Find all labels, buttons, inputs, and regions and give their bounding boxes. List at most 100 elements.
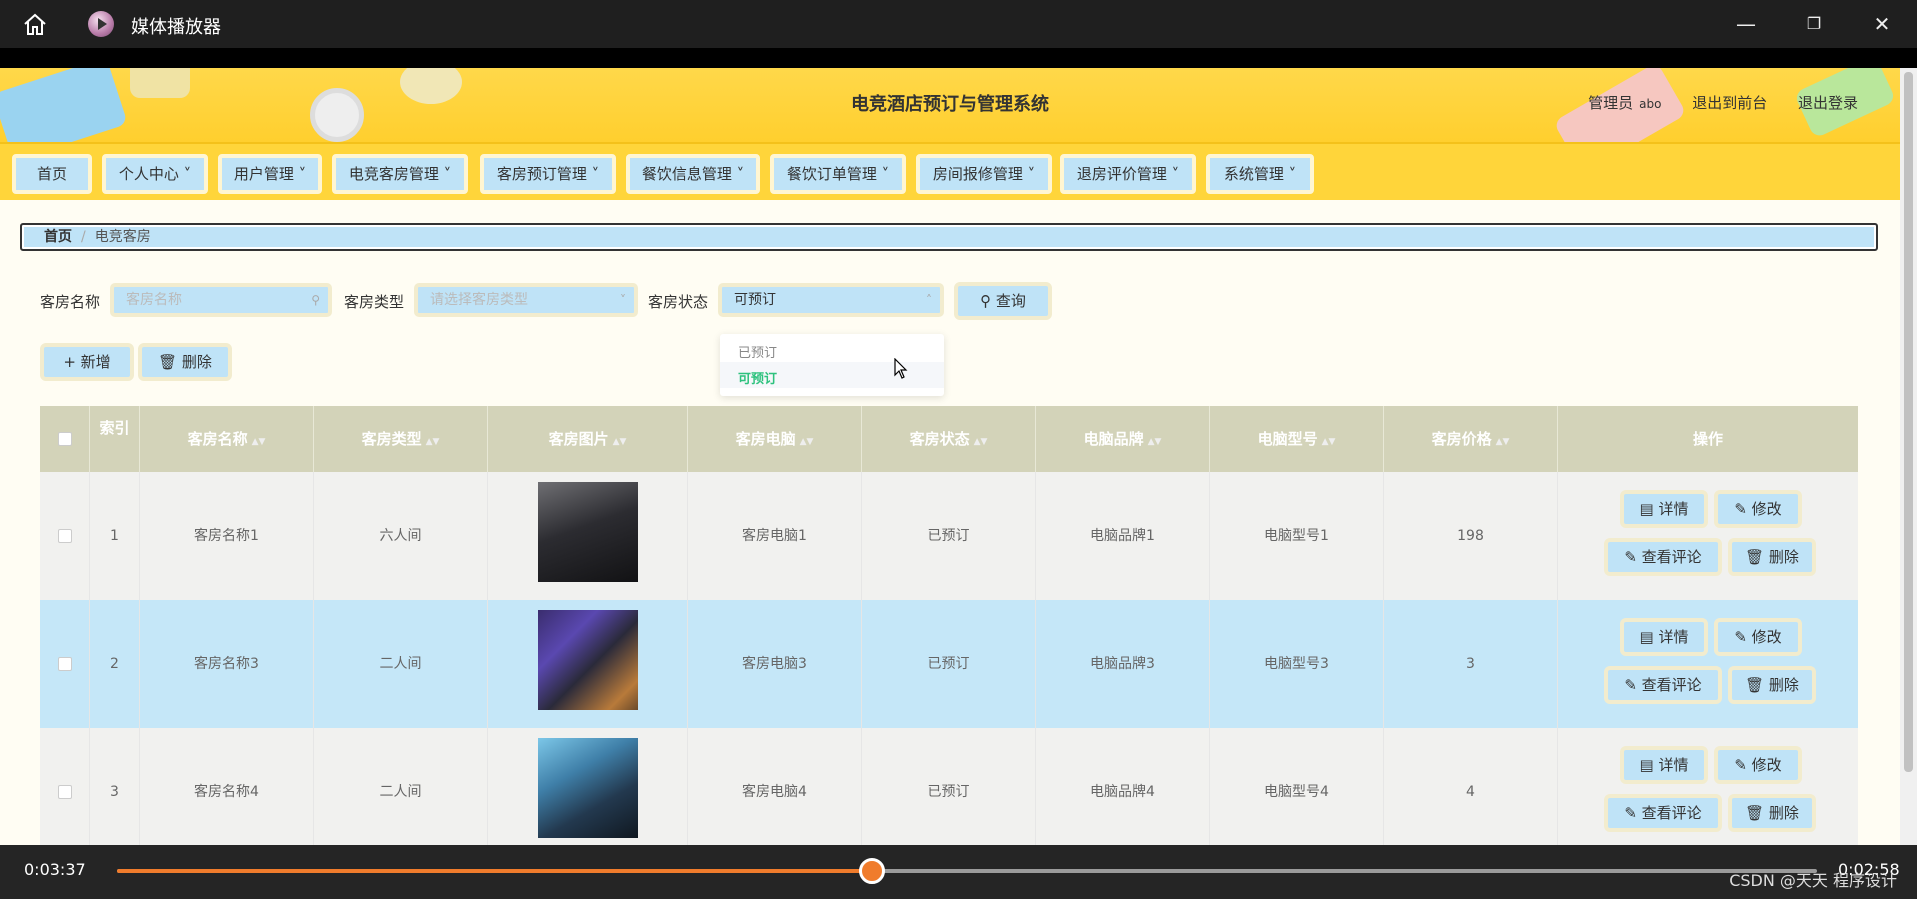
cell-room-type: 六人间 bbox=[314, 472, 488, 600]
row-checkbox[interactable] bbox=[58, 657, 72, 671]
nav-label: 餐饮信息管理 bbox=[641, 165, 732, 183]
cell-room-status: 已预订 bbox=[862, 728, 1036, 845]
detail-button[interactable]: ▤ 详情 bbox=[1620, 618, 1708, 656]
nav-label: 首页 bbox=[36, 165, 67, 183]
row-checkbox[interactable] bbox=[58, 785, 72, 799]
seek-bar[interactable] bbox=[117, 858, 1817, 884]
web-page: 电竞酒店预订与管理系统 管理员 abo 退出到前台 退出登录 首页 个人中心 ˅ … bbox=[0, 68, 1900, 845]
cell-operations: ▤ 详情 ✎ 修改 ✎ 查看评论 🗑 删除 bbox=[1558, 600, 1858, 728]
query-label: 查询 bbox=[995, 292, 1026, 310]
detail-button[interactable]: ▤ 详情 bbox=[1620, 490, 1708, 528]
media-player-icon bbox=[88, 11, 114, 37]
table-header: 索引 客房名称 ▲▼ 客房类型 ▲▼ 客房图片 ▲▼ 客房电脑 ▲▼ 客房状态 ▲▼ 电脑… bbox=[40, 406, 1858, 472]
edit-button[interactable]: ✎ 修改 bbox=[1714, 490, 1802, 528]
header-index: 索引 bbox=[90, 406, 140, 472]
nav-esports-room-management[interactable]: 电竞客房管理 ˅ bbox=[332, 154, 468, 194]
cell-room-name: 客房名称4 bbox=[140, 728, 314, 845]
seek-handle[interactable] bbox=[858, 858, 885, 884]
cell-room-pc: 客房电脑3 bbox=[688, 600, 862, 728]
nav-home[interactable]: 首页 bbox=[12, 154, 92, 194]
add-button[interactable]: + 新增 bbox=[40, 343, 134, 381]
room-status-select[interactable]: 可预订 ˄ bbox=[718, 283, 944, 317]
logout-link[interactable]: 退出登录 bbox=[1798, 94, 1858, 112]
app-title: 媒体播放器 bbox=[131, 17, 221, 38]
restore-icon[interactable]: ❐ bbox=[1800, 10, 1828, 38]
room-photo[interactable] bbox=[538, 610, 638, 710]
header-pc-model[interactable]: 电脑型号 ▲▼ bbox=[1210, 406, 1384, 472]
header-operations: 操作 bbox=[1692, 430, 1723, 448]
pencil-icon: ✎ bbox=[1734, 628, 1747, 646]
delete-button[interactable]: 🗑 删除 bbox=[1728, 794, 1816, 832]
header-label: 客房电脑 bbox=[735, 430, 796, 448]
header-pc-brand[interactable]: 电脑品牌 ▲▼ bbox=[1036, 406, 1210, 472]
edit-label: 修改 bbox=[1751, 756, 1782, 774]
search-icon: ⚲ bbox=[311, 293, 320, 307]
nav-label: 房间报修管理 bbox=[932, 165, 1023, 183]
site-header: 电竞酒店预订与管理系统 管理员 abo 退出到前台 退出登录 bbox=[0, 68, 1900, 142]
nav-room-booking-management[interactable]: 客房预订管理 ˅ bbox=[480, 154, 616, 194]
header-room-pc[interactable]: 客房电脑 ▲▼ bbox=[688, 406, 862, 472]
room-status-label: 客房状态 bbox=[648, 293, 709, 311]
status-option-booked[interactable]: 已预订 bbox=[738, 342, 777, 361]
view-reviews-button[interactable]: ✎ 查看评论 bbox=[1604, 538, 1722, 576]
page-scrollbar[interactable] bbox=[1900, 68, 1917, 845]
close-icon[interactable]: ✕ bbox=[1868, 10, 1896, 38]
reviews-label: 查看评论 bbox=[1641, 804, 1702, 822]
nav-label: 客房预订管理 bbox=[496, 165, 587, 183]
cell-pc-model: 电脑型号1 bbox=[1210, 472, 1384, 600]
nav-personal-center[interactable]: 个人中心 ˅ bbox=[102, 154, 208, 194]
nav-label: 餐饮订单管理 bbox=[786, 165, 877, 183]
cell-room-type: 二人间 bbox=[314, 728, 488, 845]
scrollbar-thumb[interactable] bbox=[1904, 72, 1913, 772]
edit-label: 修改 bbox=[1751, 628, 1782, 646]
nav-checkout-review-management[interactable]: 退房评价管理 ˅ bbox=[1060, 154, 1196, 194]
view-reviews-button[interactable]: ✎ 查看评论 bbox=[1604, 794, 1722, 832]
header-room-price[interactable]: 客房价格 ▲▼ bbox=[1384, 406, 1558, 472]
main-nav: 首页 个人中心 ˅ 用户管理 ˅ 电竞客房管理 ˅ 客房预订管理 ˅ 餐饮信息管… bbox=[0, 142, 1900, 200]
chevron-down-icon: ˅ bbox=[591, 165, 600, 183]
room-status-value: 可预订 bbox=[734, 292, 776, 308]
add-label: 新增 bbox=[80, 353, 111, 371]
status-option-available[interactable]: 可预订 bbox=[738, 368, 777, 387]
minimize-icon[interactable]: — bbox=[1732, 10, 1760, 38]
breadcrumb-home[interactable]: 首页 bbox=[44, 229, 72, 245]
cell-room-name: 客房名称3 bbox=[140, 600, 314, 728]
delete-button[interactable]: 🗑 删除 bbox=[1728, 666, 1816, 704]
query-button[interactable]: ⚲ 查询 bbox=[954, 282, 1052, 320]
delete-button[interactable]: 🗑 删除 bbox=[1728, 538, 1816, 576]
select-all-checkbox[interactable] bbox=[58, 432, 72, 446]
room-photo[interactable] bbox=[538, 738, 638, 838]
sort-icon: ▲▼ bbox=[1147, 437, 1162, 447]
nav-catering-order-management[interactable]: 餐饮订单管理 ˅ bbox=[770, 154, 906, 194]
plus-icon: + bbox=[63, 353, 76, 371]
header-room-type[interactable]: 客房类型 ▲▼ bbox=[314, 406, 488, 472]
home-icon[interactable] bbox=[22, 12, 48, 36]
nav-catering-info-management[interactable]: 餐饮信息管理 ˅ bbox=[626, 154, 760, 194]
room-photo[interactable] bbox=[538, 482, 638, 582]
header-room-status[interactable]: 客房状态 ▲▼ bbox=[862, 406, 1036, 472]
nav-user-management[interactable]: 用户管理 ˅ bbox=[218, 154, 322, 194]
header-room-name[interactable]: 客房名称 ▲▼ bbox=[140, 406, 314, 472]
edit-button[interactable]: ✎ 修改 bbox=[1714, 618, 1802, 656]
to-front-link[interactable]: 退出到前台 bbox=[1692, 94, 1767, 112]
edit-button[interactable]: ✎ 修改 bbox=[1714, 746, 1802, 784]
header-label: 客房类型 bbox=[361, 430, 422, 448]
row-checkbox[interactable] bbox=[58, 529, 72, 543]
chevron-up-icon: ˄ bbox=[926, 293, 932, 307]
room-name-input[interactable]: 客房名称 ⚲ bbox=[110, 283, 332, 317]
nav-system-management[interactable]: 系统管理 ˅ bbox=[1206, 154, 1314, 194]
cell-room-image bbox=[488, 472, 688, 600]
nav-label: 个人中心 bbox=[118, 165, 179, 183]
status-dropdown: 已预订 可预订 bbox=[720, 334, 944, 396]
search-icon: ⚲ bbox=[980, 292, 992, 310]
reviews-label: 查看评论 bbox=[1641, 548, 1702, 566]
room-name-label: 客房名称 bbox=[40, 293, 101, 311]
header-room-image[interactable]: 客房图片 ▲▼ bbox=[488, 406, 688, 472]
nav-room-repair-management[interactable]: 房间报修管理 ˅ bbox=[916, 154, 1052, 194]
batch-delete-button[interactable]: 🗑 删除 bbox=[138, 343, 232, 381]
username: abo bbox=[1639, 97, 1662, 111]
detail-button[interactable]: ▤ 详情 bbox=[1620, 746, 1708, 784]
view-reviews-button[interactable]: ✎ 查看评论 bbox=[1604, 666, 1722, 704]
room-type-select[interactable]: 请选择客房类型 ˅ bbox=[414, 283, 638, 317]
cell-room-name: 客房名称1 bbox=[140, 472, 314, 600]
